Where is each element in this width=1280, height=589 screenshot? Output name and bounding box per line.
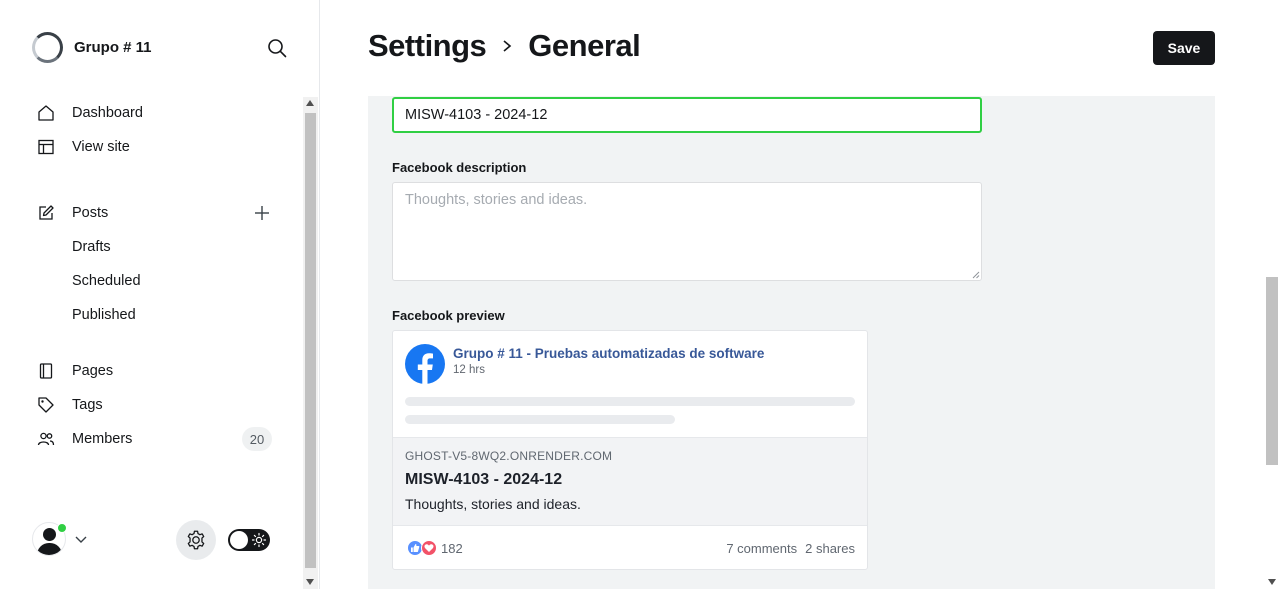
scroll-down-arrow-icon[interactable] [1268,579,1276,585]
theme-toggle[interactable] [228,529,270,551]
link-description: Thoughts, stories and ideas. [405,496,581,512]
page-scrollbar[interactable] [1264,0,1280,589]
sidebar-item-posts[interactable]: Posts [36,199,108,227]
chevron-right-icon [500,39,514,53]
page-icon [36,361,56,381]
page-title: General [528,28,641,63]
sidebar-scrollbar[interactable] [303,97,318,589]
save-button[interactable]: Save [1153,31,1215,65]
skeleton-line [405,397,855,406]
members-icon [36,429,56,449]
textarea-placeholder: Thoughts, stories and ideas. [405,192,588,208]
breadcrumb-settings[interactable]: Settings [368,28,487,64]
sidebar-item-view-site[interactable]: View site [36,133,130,161]
edit-icon [36,203,56,223]
sidebar: Grupo # 11 Dashboard View site Posts Dra… [0,0,320,589]
reactions: 182 [407,540,463,556]
sidebar-item-published[interactable]: Published [72,301,136,329]
sidebar-item-pages[interactable]: Pages [36,357,113,385]
scroll-up-arrow-icon[interactable] [306,100,314,106]
reactions-count: 182 [441,540,463,556]
breadcrumb: Settings General [368,28,641,64]
sidebar-item-members[interactable]: Members [36,425,132,453]
post-footer: 182 7 comments 2 shares [393,525,867,569]
scroll-down-arrow-icon[interactable] [306,579,314,585]
sidebar-item-drafts[interactable]: Drafts [72,233,111,261]
link-domain: GHOST-V5-8WQ2.ONRENDER.COM [405,449,613,463]
sun-icon [251,532,267,548]
facebook-preview-label: Facebook preview [392,308,505,323]
post-stats: 7 comments 2 shares [726,541,855,556]
facebook-card-settings: MISW-4103 - 2024-12 Facebook description… [368,96,1215,589]
sidebar-item-label: View site [72,139,130,155]
scrollbar-thumb[interactable] [305,113,316,568]
facebook-description-label: Facebook description [392,160,527,175]
facebook-logo-icon [405,344,445,384]
toggle-knob [230,531,248,549]
add-post-plus-icon[interactable] [251,202,273,224]
sidebar-item-label: Posts [72,205,109,221]
facebook-title-input[interactable]: MISW-4103 - 2024-12 [392,97,982,133]
facebook-description-textarea[interactable]: Thoughts, stories and ideas. [392,182,982,281]
online-status-dot [57,523,67,533]
chevron-down-icon[interactable] [73,531,89,547]
home-icon [36,103,56,123]
layout-icon [36,137,56,157]
sidebar-item-scheduled[interactable]: Scheduled [72,267,141,295]
comments-count: 7 comments [726,541,798,556]
sidebar-item-label: Tags [72,397,103,413]
scrollbar-thumb[interactable] [1266,277,1278,465]
gear-icon[interactable] [176,520,216,560]
link-title: MISW-4103 - 2024-12 [405,471,563,488]
resize-grip-icon[interactable] [972,271,980,279]
site-logo [32,32,63,63]
facebook-preview-card: Grupo # 11 - Pruebas automatizadas de so… [392,330,868,570]
sidebar-item-label: Pages [72,363,114,379]
tag-icon [36,395,56,415]
facebook-page-name: Grupo # 11 - Pruebas automatizadas de so… [453,346,765,361]
shares-count: 2 shares [805,541,855,556]
link-preview: GHOST-V5-8WQ2.ONRENDER.COM MISW-4103 - 2… [393,437,867,525]
post-time: 12 hrs [453,364,485,376]
site-name: Grupo # 11 [74,39,152,56]
site-brand[interactable]: Grupo # 11 [32,32,152,63]
sidebar-item-dashboard[interactable]: Dashboard [36,99,143,127]
love-reaction-icon [421,540,437,556]
sidebar-item-label: Dashboard [72,105,143,121]
sidebar-item-label: Members [72,431,133,447]
members-count-badge: 20 [242,427,272,451]
skeleton-line [405,415,675,424]
main-content: Settings General Save MISW-4103 - 2024-1… [320,0,1264,589]
search-icon[interactable] [265,36,289,60]
sidebar-item-tags[interactable]: Tags [36,391,103,419]
